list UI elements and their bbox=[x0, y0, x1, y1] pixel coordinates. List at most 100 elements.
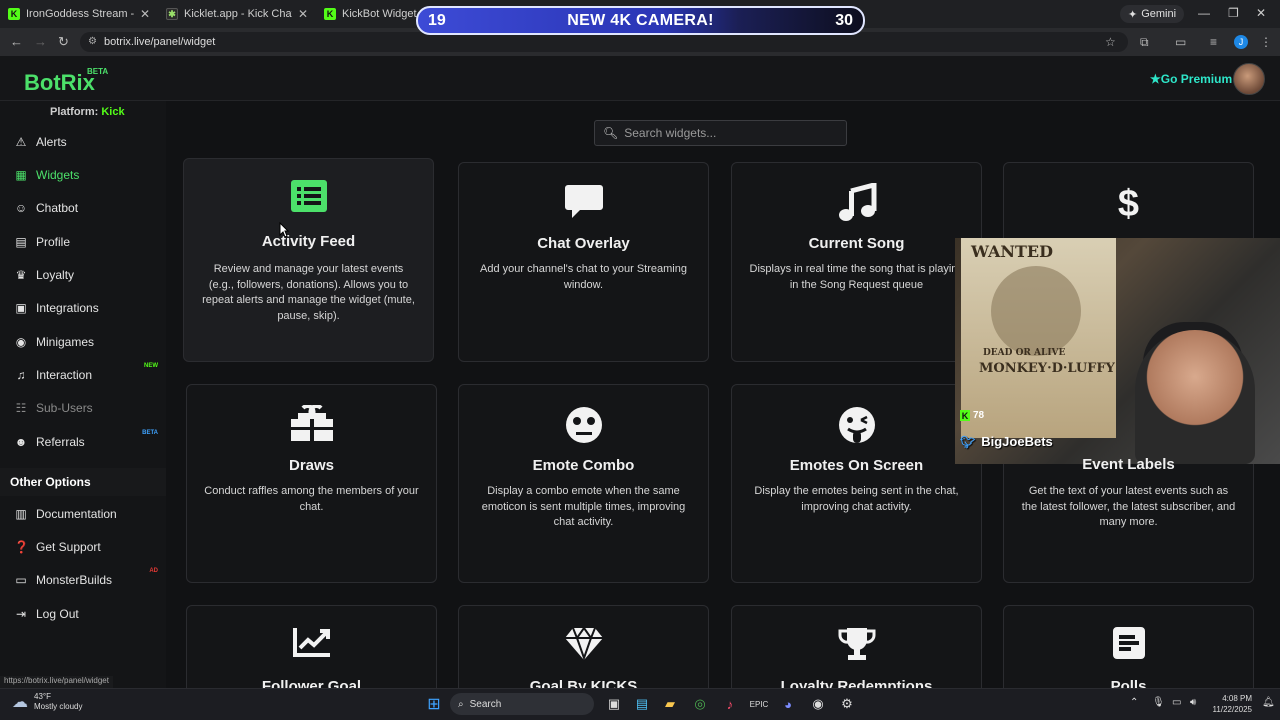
poster-face bbox=[991, 266, 1081, 356]
sidebar-item-loyalty[interactable]: ♛ Loyalty bbox=[0, 259, 166, 291]
id-card-icon: ▤ bbox=[15, 235, 27, 249]
task-view-icon[interactable]: ▣ bbox=[604, 694, 624, 714]
discord-icon[interactable]: ◕ bbox=[778, 694, 798, 714]
sidebar-item-label: Interaction bbox=[36, 368, 93, 382]
sidebar-item-monsterbuilds[interactable]: ▭ MonsterBuilds AD bbox=[0, 564, 166, 596]
sidebar-item-minigames[interactable]: ◉ Minigames bbox=[0, 326, 166, 358]
sidebar-item-documentation[interactable]: ▥ Documentation bbox=[0, 498, 166, 530]
obs-icon[interactable]: ◉ bbox=[808, 694, 828, 714]
sidebar-item-widgets[interactable]: ▦ Widgets bbox=[0, 159, 166, 191]
card-title: Current Song bbox=[808, 235, 905, 252]
logout-icon: ⇥ bbox=[15, 607, 27, 621]
network-icon[interactable]: ▭ bbox=[1172, 697, 1181, 708]
widget-card-activity-feed[interactable]: Activity Feed Review and manage your lat… bbox=[183, 158, 434, 362]
maximize-icon[interactable]: ❐ bbox=[1228, 6, 1239, 20]
widget-card-chat-overlay[interactable]: Chat Overlay Add your channel's chat to … bbox=[458, 162, 709, 362]
card-title: Polls bbox=[1110, 678, 1147, 688]
go-premium-button[interactable]: ★Go Premium bbox=[1150, 72, 1232, 86]
store-icon[interactable]: ▤ bbox=[632, 694, 652, 714]
widget-card-follower-goal[interactable]: Follower Goal bbox=[186, 605, 437, 688]
url-field[interactable]: ⚙ botrix.live/panel/widget bbox=[80, 32, 1128, 52]
close-window-icon[interactable]: ✕ bbox=[1256, 6, 1266, 20]
chrome-icon[interactable]: ◎ bbox=[690, 694, 710, 714]
card-title: Follower Goal bbox=[261, 678, 362, 688]
gift-icon bbox=[187, 405, 436, 445]
search-box: 🔍︎ bbox=[594, 120, 847, 146]
cursor-icon bbox=[279, 222, 289, 238]
clock-time: 4:08 PM bbox=[1222, 694, 1252, 703]
windows-start-icon[interactable]: ⊞ bbox=[424, 694, 444, 714]
search-input[interactable] bbox=[624, 126, 835, 140]
file-explorer-icon[interactable]: ▰ bbox=[660, 694, 680, 714]
bookmark-star-icon[interactable]: ☆ bbox=[1105, 35, 1116, 49]
sidebar-item-log-out[interactable]: ⇥ Log Out bbox=[0, 598, 166, 630]
star-icon: ★ bbox=[1150, 72, 1161, 86]
sidebar-item-chatbot[interactable]: ☺ Chatbot bbox=[0, 192, 166, 224]
question-icon: ❓ bbox=[14, 540, 29, 554]
new-badge: NEW bbox=[144, 363, 158, 369]
reload-icon[interactable]: ↻ bbox=[58, 34, 69, 50]
sidebar-item-get-support[interactable]: ❓ Get Support bbox=[0, 531, 166, 563]
platform-label: Platform: bbox=[50, 106, 99, 118]
banner-left-number: 19 bbox=[428, 11, 446, 29]
notification-bell-icon[interactable]: 🔔︎ bbox=[1262, 697, 1275, 708]
settings-icon[interactable]: ⚙ bbox=[837, 694, 857, 714]
taskbar-search[interactable]: ⌕ Search bbox=[450, 693, 594, 715]
extensions-icon[interactable]: ⧉ bbox=[1140, 35, 1149, 50]
clock-date: 11/22/2025 bbox=[1212, 705, 1252, 714]
cloud-icon: ☁ bbox=[12, 694, 28, 711]
reading-list-icon[interactable]: ≡ bbox=[1210, 35, 1217, 49]
premium-label: Go Premium bbox=[1160, 72, 1233, 86]
card-title: Draws bbox=[288, 457, 335, 474]
minimize-icon[interactable]: — bbox=[1198, 6, 1210, 20]
sidebar-item-alerts[interactable]: ⚠ Alerts bbox=[0, 126, 166, 158]
widget-card-draws[interactable]: Draws Conduct raffles among the members … bbox=[186, 384, 437, 583]
sidebar-item-label: Referrals bbox=[36, 435, 85, 449]
volume-icon[interactable]: 🔊︎ bbox=[1190, 697, 1196, 708]
gamepad-icon: ◉ bbox=[15, 335, 27, 349]
handle-text: BigJoeBets bbox=[981, 434, 1053, 449]
microphone-icon[interactable]: 🎙︎ bbox=[1152, 697, 1165, 708]
weather-text: Mostly cloudy bbox=[34, 702, 83, 711]
search-icon: ⌕ bbox=[458, 698, 464, 710]
menu-icon[interactable]: ⋮ bbox=[1260, 35, 1272, 49]
back-icon[interactable]: ← bbox=[10, 34, 23, 49]
chevron-up-icon[interactable]: ⌃ bbox=[1130, 697, 1138, 708]
widget-card-polls[interactable]: Polls bbox=[1003, 605, 1254, 688]
sidebar-item-label: Documentation bbox=[36, 507, 117, 521]
kick-icon: K bbox=[324, 8, 336, 20]
epic-games-icon[interactable]: EPIC bbox=[749, 694, 769, 714]
banner-text: NEW 4K CAMERA! bbox=[567, 11, 714, 29]
sidebar-item-sub-users[interactable]: ☷ Sub-Users bbox=[0, 392, 166, 424]
sidebar-item-profile[interactable]: ▤ Profile bbox=[0, 226, 166, 258]
avatar[interactable] bbox=[1233, 63, 1265, 95]
music-app-icon[interactable]: ♪ bbox=[720, 694, 740, 714]
weather-widget[interactable]: ☁ 43°F Mostly cloudy bbox=[12, 692, 82, 712]
widget-card-emote-combo[interactable]: Emote Combo Display a combo emote when t… bbox=[458, 384, 709, 583]
cast-icon[interactable]: ▭ bbox=[1175, 35, 1186, 49]
list-icon bbox=[184, 179, 433, 219]
system-clock[interactable]: 4:08 PM 11/22/2025 bbox=[1208, 693, 1252, 715]
browser-tab[interactable]: K IronGoddess Stream - Watch Live ✕ bbox=[0, 0, 158, 28]
sparkle-icon: ✦ bbox=[1128, 8, 1138, 21]
site-info-icon[interactable]: ⚙ bbox=[88, 36, 97, 47]
browser-tab[interactable]: ✱ Kicklet.app - Kick Chatbot and Overlay… bbox=[158, 0, 316, 28]
wanted-poster: WANTED DEAD OR ALIVE MONKEY·D·LUFFY bbox=[961, 238, 1116, 438]
card-description: Get the text of your latest events such … bbox=[1021, 485, 1236, 528]
forward-icon[interactable]: → bbox=[34, 34, 47, 49]
tongue-face-icon bbox=[732, 405, 981, 445]
browser-profile-avatar[interactable]: J bbox=[1234, 35, 1248, 49]
widget-card-loyalty-redemptions[interactable]: Loyalty Redemptions bbox=[731, 605, 982, 688]
sidebar-item-referrals[interactable]: ☻ Referrals BETA bbox=[0, 426, 166, 458]
widget-card-emotes-on-screen[interactable]: Emotes On Screen Display the emotes bein… bbox=[731, 384, 982, 583]
widget-card-current-song[interactable]: Current Song Displays in real time the s… bbox=[731, 162, 982, 362]
widget-card-goal-by-kicks[interactable]: Goal By KICKS bbox=[458, 605, 709, 688]
chart-icon bbox=[187, 626, 436, 666]
close-icon[interactable]: ✕ bbox=[140, 7, 150, 21]
sidebar-item-interaction[interactable]: ♫ Interaction NEW bbox=[0, 359, 166, 391]
botrix-logo[interactable]: BotRix bbox=[24, 70, 95, 96]
sidebar-item-integrations[interactable]: ▣ Integrations bbox=[0, 292, 166, 324]
close-icon[interactable]: ✕ bbox=[298, 7, 308, 21]
gemini-button[interactable]: ✦ Gemini bbox=[1120, 5, 1185, 23]
sidebar-item-label: Get Support bbox=[36, 540, 101, 554]
